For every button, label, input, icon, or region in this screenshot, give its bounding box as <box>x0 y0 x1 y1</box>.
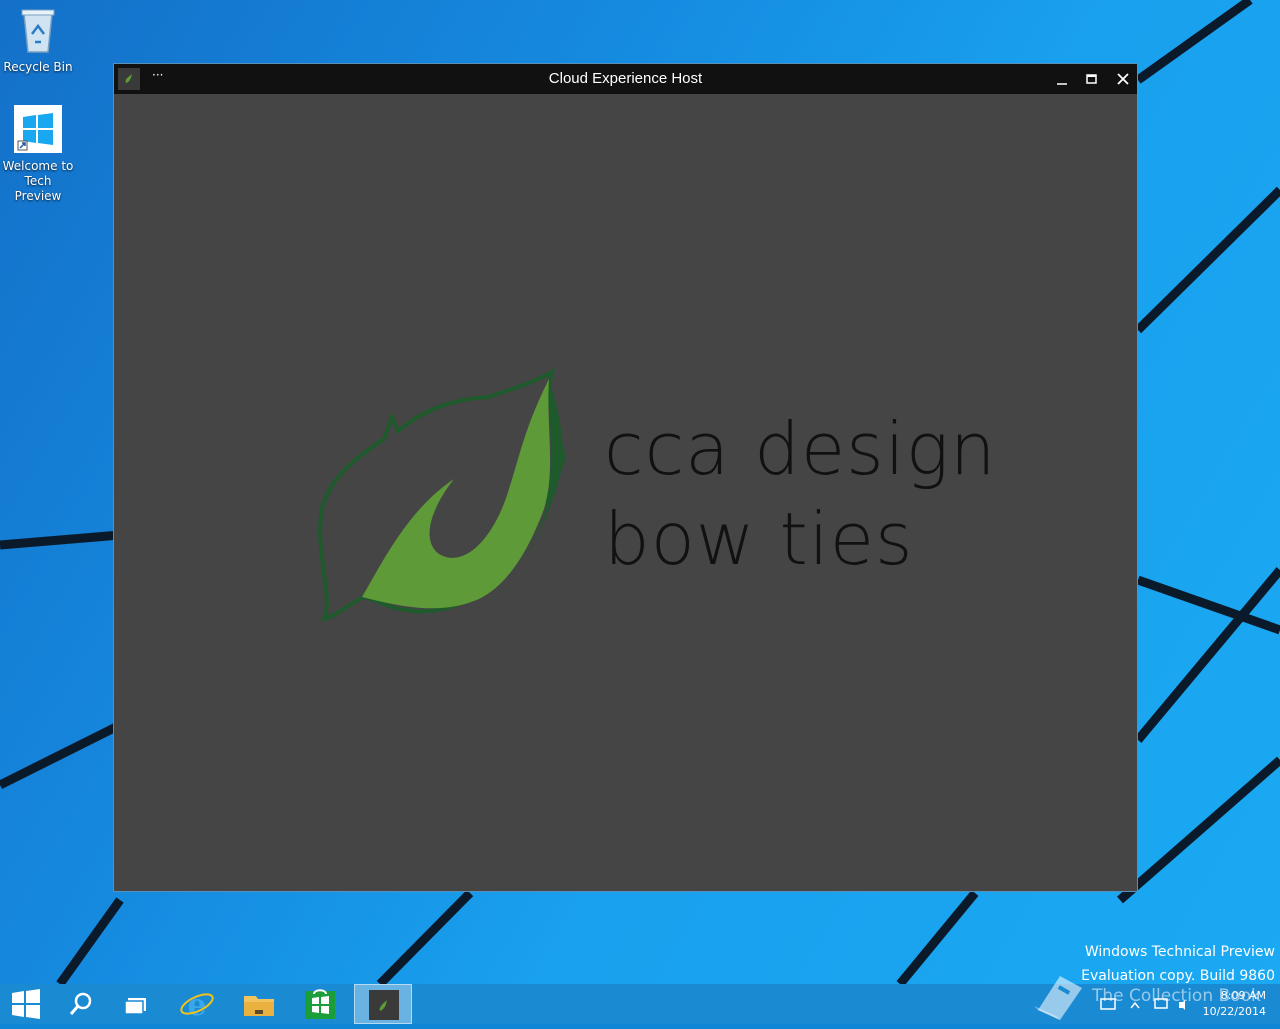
minimize-icon <box>1057 83 1067 85</box>
cloud-experience-host-window: ··· Cloud Experience Host cca design bow… <box>113 63 1138 892</box>
recycle-bin-shortcut[interactable]: Recycle Bin <box>0 6 76 75</box>
store-icon <box>305 989 335 1019</box>
task-view-icon <box>124 998 146 1015</box>
windows-logo-icon <box>0 105 76 157</box>
cloud-experience-host-taskbar-button[interactable] <box>354 984 412 1024</box>
maximize-icon <box>1086 74 1097 84</box>
svg-text:e: e <box>187 988 206 1023</box>
window-title: Cloud Experience Host <box>548 70 703 87</box>
close-icon <box>1117 73 1129 85</box>
search-button[interactable] <box>52 984 110 1024</box>
brand-line-2: bow ties <box>604 497 914 581</box>
watermark-line1: Windows Technical Preview <box>1084 944 1275 960</box>
file-explorer-icon <box>244 996 274 1016</box>
store-button[interactable] <box>292 984 350 1024</box>
watermark-overlay-text: The Collection Book <box>1092 986 1261 1006</box>
book-watermark-icon <box>1030 970 1086 1026</box>
start-icon <box>12 989 40 1019</box>
search-icon <box>69 992 92 1015</box>
taskbar: e 8:09 AM 10/22/2014 <box>0 984 1280 1024</box>
brand-line-1: cca design <box>604 407 997 491</box>
maximize-button[interactable] <box>1077 64 1107 94</box>
recycle-bin-icon <box>0 6 76 58</box>
file-explorer-button[interactable] <box>230 984 288 1024</box>
recycle-bin-label: Recycle Bin <box>3 60 73 74</box>
start-button[interactable] <box>0 984 58 1024</box>
internet-explorer-button[interactable]: e <box>168 984 226 1024</box>
internet-explorer-icon: e <box>180 988 214 1023</box>
minimize-button[interactable] <box>1047 64 1077 94</box>
window-titlebar[interactable]: ··· Cloud Experience Host <box>114 64 1137 94</box>
evaluation-watermark: Windows Technical Preview Evaluation cop… <box>1081 940 1275 988</box>
welcome-label-line2: Tech Preview <box>14 174 62 203</box>
close-button[interactable] <box>1108 64 1138 94</box>
brand-leaf-logo <box>314 367 574 633</box>
clock-date: 10/22/2014 <box>1202 1005 1266 1018</box>
cloud-experience-host-icon <box>369 990 399 1020</box>
welcome-tech-preview-shortcut[interactable]: Welcome to Tech Preview <box>0 105 76 204</box>
task-view-button[interactable] <box>108 984 166 1024</box>
welcome-label-line1: Welcome to <box>2 159 74 173</box>
